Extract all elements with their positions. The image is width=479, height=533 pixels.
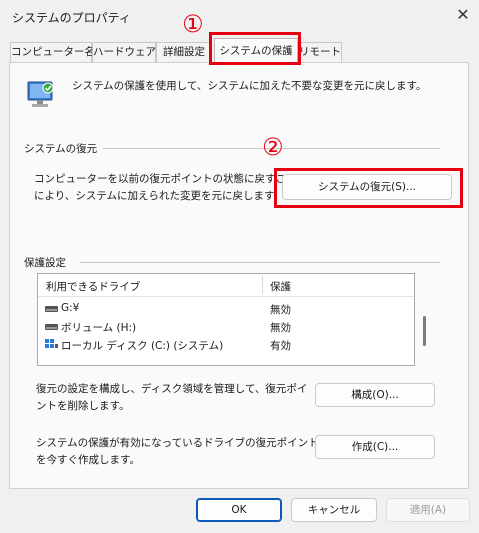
drive-status: 無効 <box>270 322 291 334</box>
annotation-marker-1: ① <box>182 10 204 38</box>
apply-button[interactable]: 適用(A) <box>386 498 470 522</box>
tab-advanced[interactable]: 詳細設定 <box>156 42 212 63</box>
list-scrollbar[interactable] <box>423 316 426 346</box>
create-description: システムの保護が有効になっているドライブの復元ポイント を今すぐ作成します。 <box>36 435 319 469</box>
list-item[interactable]: G:¥ 無効 <box>38 301 414 318</box>
column-header-drive[interactable]: 利用できるドライブ <box>46 279 140 294</box>
drive-name: G:¥ <box>61 302 80 314</box>
drive-icon <box>45 306 58 312</box>
restore-description: コンピューターを以前の復元ポイントの状態に戻すこと により、システムに加えられた… <box>34 171 297 205</box>
configure-description: 復元の設定を構成し、ディスク領域を管理して、復元ポイ ントを削除します。 <box>36 381 307 415</box>
restore-description-line1: コンピューターを以前の復元ポイントの状態に戻すこと <box>34 173 297 185</box>
drive-status: 有効 <box>270 340 291 352</box>
configure-description-line1: 復元の設定を構成し、ディスク領域を管理して、復元ポイ <box>36 383 308 395</box>
protection-settings-heading: 保護設定 <box>24 255 72 270</box>
ok-button[interactable]: OK <box>196 498 282 522</box>
list-header: 利用できるドライブ 保護 <box>38 274 414 296</box>
close-icon[interactable]: ✕ <box>452 4 474 26</box>
annotation-highlight-tab <box>209 32 301 65</box>
system-restore-heading: システムの復元 <box>24 141 104 156</box>
configure-button[interactable]: 構成(O)... <box>315 383 435 407</box>
drive-name: ローカル ディスク (C:) (システム) <box>61 340 224 352</box>
tab-remote[interactable]: リモート <box>298 42 342 63</box>
system-protection-icon <box>27 81 54 107</box>
column-divider <box>262 276 263 294</box>
restore-description-line2: により、システムに加えられた変更を元に戻します。 <box>34 190 285 202</box>
create-description-line1: システムの保護が有効になっているドライブの復元ポイント <box>36 437 319 449</box>
annotation-marker-2: ② <box>262 133 284 161</box>
list-item[interactable]: ローカル ディスク (C:) (システム) 有効 <box>38 337 414 354</box>
drive-list[interactable]: 利用できるドライブ 保護 G:¥ 無効 ボリューム (H:) 無効 ローカル デ… <box>37 273 426 366</box>
system-drive-icon <box>45 339 58 348</box>
divider <box>80 262 440 263</box>
drive-status: 無効 <box>270 304 291 316</box>
annotation-highlight-restore <box>274 168 463 208</box>
configure-description-line2: ントを削除します。 <box>36 400 130 412</box>
column-header-protection[interactable]: 保護 <box>270 279 291 294</box>
title-bar: システムのプロパティ ✕ <box>0 0 479 30</box>
list-item[interactable]: ボリューム (H:) 無効 <box>38 319 414 336</box>
create-button[interactable]: 作成(C)... <box>315 435 435 459</box>
drive-name: ボリューム (H:) <box>61 322 137 334</box>
header-divider <box>38 296 414 297</box>
tab-computer-name[interactable]: コンピューター名 <box>10 42 95 63</box>
cancel-button[interactable]: キャンセル <box>291 498 377 522</box>
tab-hardware[interactable]: ハードウェア <box>92 42 156 63</box>
intro-text: システムの保護を使用して、システムに加えた不要な変更を元に戻します。 <box>72 80 427 92</box>
drive-icon <box>45 324 58 330</box>
create-description-line2: を今すぐ作成します。 <box>36 454 140 466</box>
window-title: システムのプロパティ <box>12 11 131 25</box>
